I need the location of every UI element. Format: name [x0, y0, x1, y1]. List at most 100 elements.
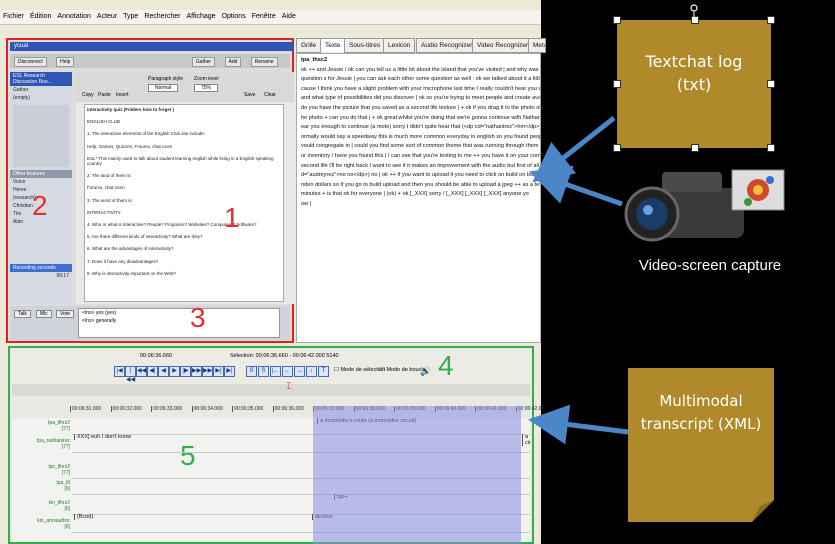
- disconnect-button[interactable]: Disconnect: [14, 57, 47, 67]
- menu-item[interactable]: Rechercher: [141, 10, 183, 20]
- playback-control-button[interactable]: |▶: [180, 366, 191, 377]
- annotation-segment[interactable]: a cir: [522, 434, 531, 446]
- transcript-line: he photo + can you do that | + ok great …: [301, 114, 541, 121]
- menu-item[interactable]: Acteur: [94, 10, 120, 20]
- mic-button[interactable]: Mic: [36, 310, 52, 318]
- playback-control-button[interactable]: S: [246, 366, 257, 377]
- tab-audio-recognizer[interactable]: Audio Recognizer: [416, 38, 478, 53]
- area-number-5: 5: [180, 440, 196, 471]
- playback-control-button[interactable]: →: [294, 366, 305, 377]
- menu-item[interactable]: Édition: [27, 10, 54, 20]
- doc-line: 1. The interactive elements of the Engli…: [87, 131, 205, 137]
- playback-control-button[interactable]: ↓: [306, 366, 317, 377]
- playback-control-button[interactable]: |◀: [114, 366, 125, 377]
- menu-item[interactable]: Aide: [279, 10, 299, 20]
- chat-window-title: ycual: [10, 42, 294, 51]
- paragraph-style-select[interactable]: Normal: [148, 84, 179, 92]
- paragraph-style-label: Paragraph style: [148, 76, 184, 82]
- doc-line: 6. What are the advantages of interactiv…: [87, 246, 174, 252]
- talk-button[interactable]: Talk: [14, 310, 31, 318]
- vote-grid[interactable]: [13, 105, 69, 167]
- playback-control-button[interactable]: ▶: [169, 366, 180, 377]
- people-header[interactable]: Other features: [10, 170, 72, 178]
- crosshair-icon: ⌶: [286, 381, 292, 391]
- add-button[interactable]: Add: [224, 57, 242, 67]
- resize-handle[interactable]: [613, 144, 621, 152]
- chat-input[interactable]: <Ins> yes (yes) <Ins> generally: [78, 308, 280, 338]
- mode-loop-checkbox[interactable]: ☐ Mode de boucle: [380, 367, 426, 373]
- multimodal-label: Multimodal transcript (XML): [640, 392, 762, 433]
- doc-line: 2. The land of them is:: [87, 173, 132, 179]
- resize-handle[interactable]: [613, 16, 621, 24]
- waveform-strip[interactable]: [12, 384, 530, 396]
- playback-control-button[interactable]: |◀◀: [125, 366, 136, 383]
- playback-control-button[interactable]: T: [318, 366, 329, 377]
- transcript-line: vould congregate in | could you find som…: [301, 143, 541, 150]
- playback-control-button[interactable]: |←: [270, 366, 281, 377]
- doc-line: 8. Why is interactivity important on the…: [87, 270, 176, 276]
- playback-control-button[interactable]: ▶▶|: [202, 366, 214, 377]
- doc-line: 3. The word of them is:: [87, 197, 133, 203]
- volume-icon[interactable]: 🔊: [420, 366, 431, 377]
- time-selection[interactable]: [313, 406, 521, 544]
- playback-control-button[interactable]: S: [258, 366, 269, 377]
- menu-item[interactable]: Annotation: [54, 10, 93, 20]
- tab-texte[interactable]: Texte: [320, 38, 346, 52]
- vote-button[interactable]: Vote: [56, 310, 75, 318]
- resize-handle[interactable]: [767, 80, 775, 88]
- tab-video-recognizer[interactable]: Video Recognizer: [472, 38, 534, 53]
- resize-handle[interactable]: [767, 144, 775, 152]
- ruler-tick-label: 00:06:35.000: [232, 406, 264, 412]
- tab-metadata[interactable]: Metadata: [528, 38, 546, 53]
- rotate-handle-icon[interactable]: [689, 0, 699, 20]
- elan-window: Fichier Édition Annotation Acteur Type Recher…: [0, 0, 546, 544]
- resize-handle[interactable]: [613, 80, 621, 88]
- transcript-line: d="audreyrez">no no</dp>) no | ok ++ if …: [301, 172, 541, 179]
- playback-control-button[interactable]: ◀: [158, 366, 169, 377]
- document-page[interactable]: interactivity quiz (Folders how to forge…: [84, 104, 284, 302]
- room-name: ESL Research Discussion Roo...: [10, 72, 72, 86]
- transcript-line: ok ++ and Jessie / ok can you tell us a …: [301, 66, 541, 73]
- mode-selection-checkbox[interactable]: ☐ Mode de sélection: [334, 367, 385, 373]
- gather-button[interactable]: Gather: [191, 57, 216, 67]
- tab-sous-titres[interactable]: Sous-titres: [344, 38, 386, 53]
- playback-control-button[interactable]: ◀◀: [136, 366, 147, 377]
- tab-grille[interactable]: Grille: [296, 38, 322, 53]
- menu-item[interactable]: Affichage: [184, 10, 219, 20]
- playback-control-button[interactable]: ▶|: [213, 366, 224, 377]
- playback-control-button[interactable]: ◀|: [147, 366, 158, 377]
- chat-toolbar: Disconnect Help Gather Add Rename: [10, 54, 290, 68]
- help-button[interactable]: Help: [56, 57, 75, 67]
- insert-button[interactable]: Insert: [116, 92, 129, 98]
- doc-line: Help, Games, Quizzes, Forums, chat room: [87, 143, 173, 149]
- menu-item[interactable]: Fenêtre: [249, 10, 279, 20]
- menu-bar: Fichier Édition Annotation Acteur Type Recher…: [0, 10, 541, 25]
- annotation-segment[interactable]: (Bcod): [74, 514, 93, 520]
- playback-control-button[interactable]: ←: [282, 366, 293, 377]
- ruler-tick-label: 00:06:31.000: [70, 406, 102, 412]
- tab-lexicon[interactable]: Lexicon: [383, 38, 416, 53]
- playback-control-button[interactable]: ▶|: [224, 366, 235, 377]
- resize-handle[interactable]: [767, 16, 775, 24]
- menu-item[interactable]: Options: [219, 10, 249, 20]
- transcript-line: question s for Jessie | you can ask each…: [301, 76, 540, 83]
- chat-sidebar: ESL Research Discussion Roo... Gather (e…: [10, 72, 72, 304]
- zoom-level-select[interactable]: 75%: [194, 84, 219, 92]
- tier-count: [6]: [64, 486, 70, 492]
- chat-line: <Ins> yes (yes): [82, 310, 117, 316]
- save-button[interactable]: Save: [244, 92, 255, 98]
- paste-button[interactable]: Paste: [98, 92, 111, 98]
- resize-handle[interactable]: [691, 144, 699, 152]
- transcript-text[interactable]: tpa_thsc2 ok ++ and Jessie / ok can you …: [296, 53, 541, 343]
- copy-button[interactable]: Copy: [82, 92, 94, 98]
- transcript-line: minutes + is that ok for everyone | (ok)…: [301, 191, 529, 198]
- ruler-tick-label: 00:06:36.000: [272, 406, 304, 412]
- menu-item[interactable]: Type: [120, 10, 141, 20]
- people-item-voice[interactable]: Voice: [10, 178, 72, 186]
- menu-item[interactable]: Fichier: [0, 10, 27, 20]
- rename-button[interactable]: Rename: [250, 57, 278, 67]
- annotation-segment[interactable]: XXX] euh I don't know: [74, 434, 131, 440]
- clear-button[interactable]: Clear: [264, 92, 276, 98]
- room-gather[interactable]: Gather: [10, 86, 72, 94]
- playback-control-button[interactable]: ▶▶: [191, 366, 202, 377]
